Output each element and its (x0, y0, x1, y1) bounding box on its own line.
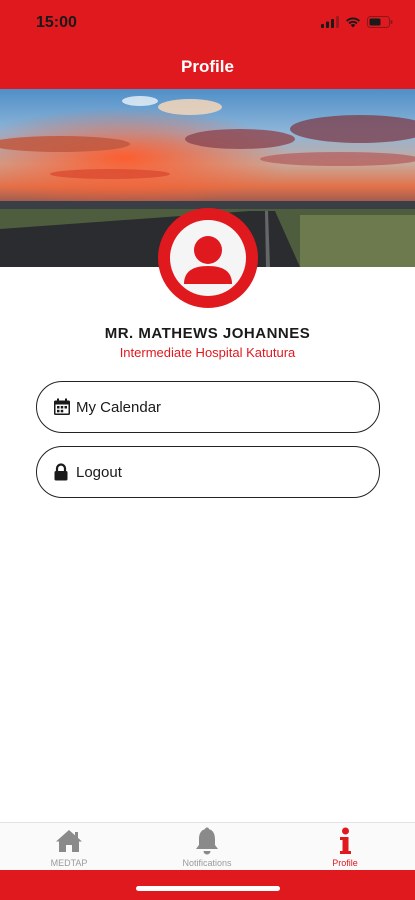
wifi-icon (346, 17, 360, 28)
logout-button[interactable]: Logout (36, 446, 380, 498)
nav-header: Profile (0, 45, 415, 89)
my-calendar-label: My Calendar (76, 398, 162, 416)
lock-icon (53, 463, 71, 481)
info-icon (276, 827, 414, 855)
page-title: Profile (181, 57, 234, 76)
status-bar: 15:00 (0, 0, 415, 45)
user-organization: Intermediate Hospital Katutura (119, 345, 296, 360)
tab-bar: MEDTAP Notifications Profile (0, 822, 415, 870)
user-icon (170, 220, 246, 296)
bell-icon (138, 827, 276, 855)
status-icons (321, 14, 393, 30)
tab-notifications-label: Notifications (182, 858, 232, 868)
home-indicator-area (0, 870, 415, 900)
tab-profile-label: Profile (332, 858, 358, 868)
calendar-icon (53, 398, 71, 416)
logout-label: Logout (76, 463, 122, 481)
home-indicator[interactable] (136, 886, 280, 891)
tab-profile[interactable]: Profile (276, 827, 414, 868)
tab-medtap[interactable]: MEDTAP (0, 827, 138, 868)
signal-icon (321, 16, 339, 28)
tab-notifications[interactable]: Notifications (138, 827, 276, 868)
home-icon (0, 827, 138, 855)
tab-medtap-label: MEDTAP (50, 858, 88, 868)
my-calendar-button[interactable]: My Calendar (36, 381, 380, 433)
avatar[interactable] (158, 208, 258, 308)
user-name: MR. MATHEWS JOHANNES (104, 325, 311, 342)
battery-icon (367, 16, 393, 28)
status-time: 15:00 (36, 14, 77, 31)
